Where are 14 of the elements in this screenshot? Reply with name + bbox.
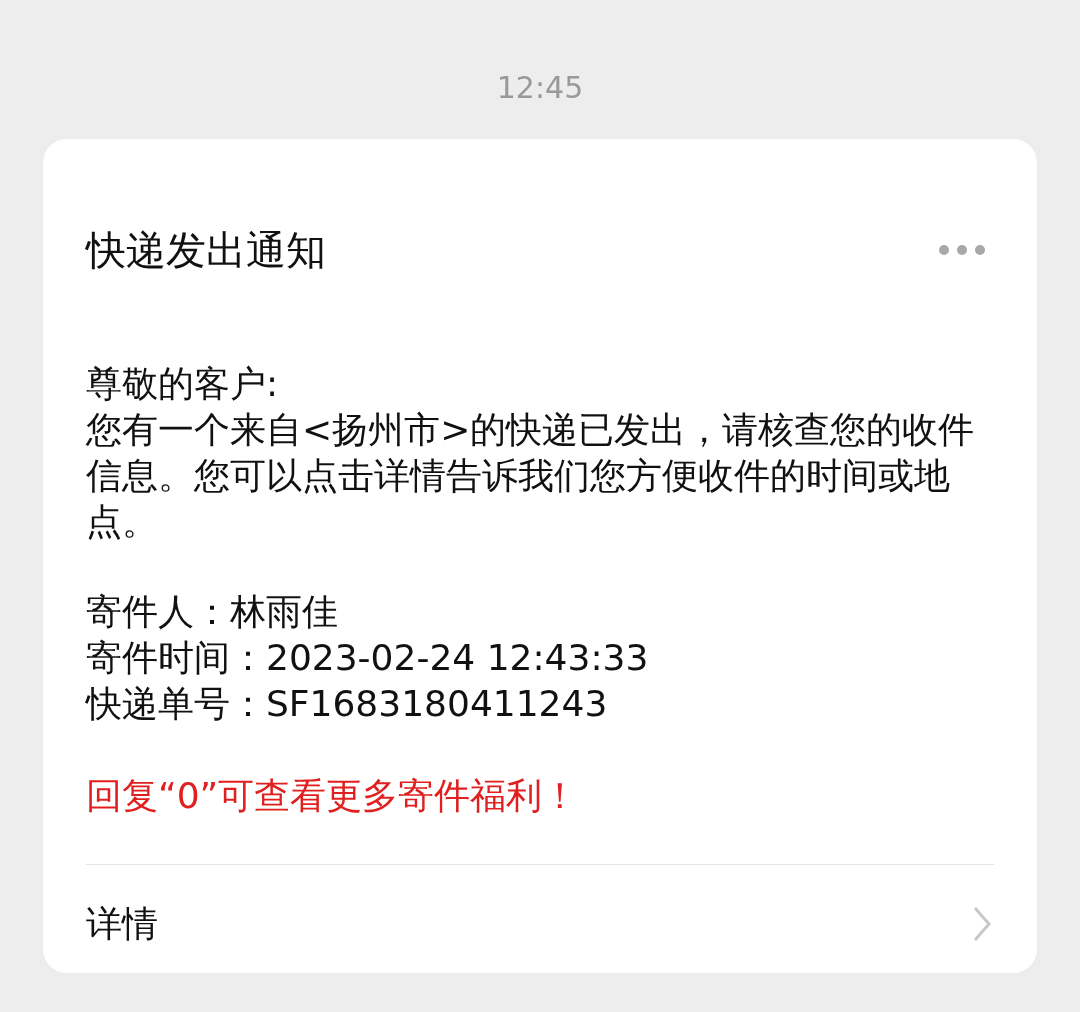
- field-value: SF1683180411243: [266, 682, 608, 726]
- chevron-right-icon: [972, 906, 992, 942]
- field-label: 寄件人：: [86, 590, 230, 634]
- timestamp: 12:45: [495, 69, 585, 107]
- more-options-icon[interactable]: [938, 244, 986, 256]
- message-title: 快递发出通知: [86, 225, 326, 275]
- field-value: 2023-02-24 12:43:33: [266, 636, 649, 680]
- greeting-text: 尊敬的客户:: [86, 362, 280, 406]
- message-body: 您有一个来自<扬州市>的快递已发出，请核查您的收件信息。您可以点击详情告诉我们您方便收件的时间或地点。: [86, 408, 976, 544]
- field-label: 快递单号：: [86, 682, 266, 726]
- promo-text: 回复“0”可查看更多寄件福利！: [86, 774, 580, 818]
- field-label: 寄件时间：: [86, 636, 266, 680]
- details-link[interactable]: 详情: [86, 865, 994, 983]
- field-value: 林雨佳: [230, 590, 338, 634]
